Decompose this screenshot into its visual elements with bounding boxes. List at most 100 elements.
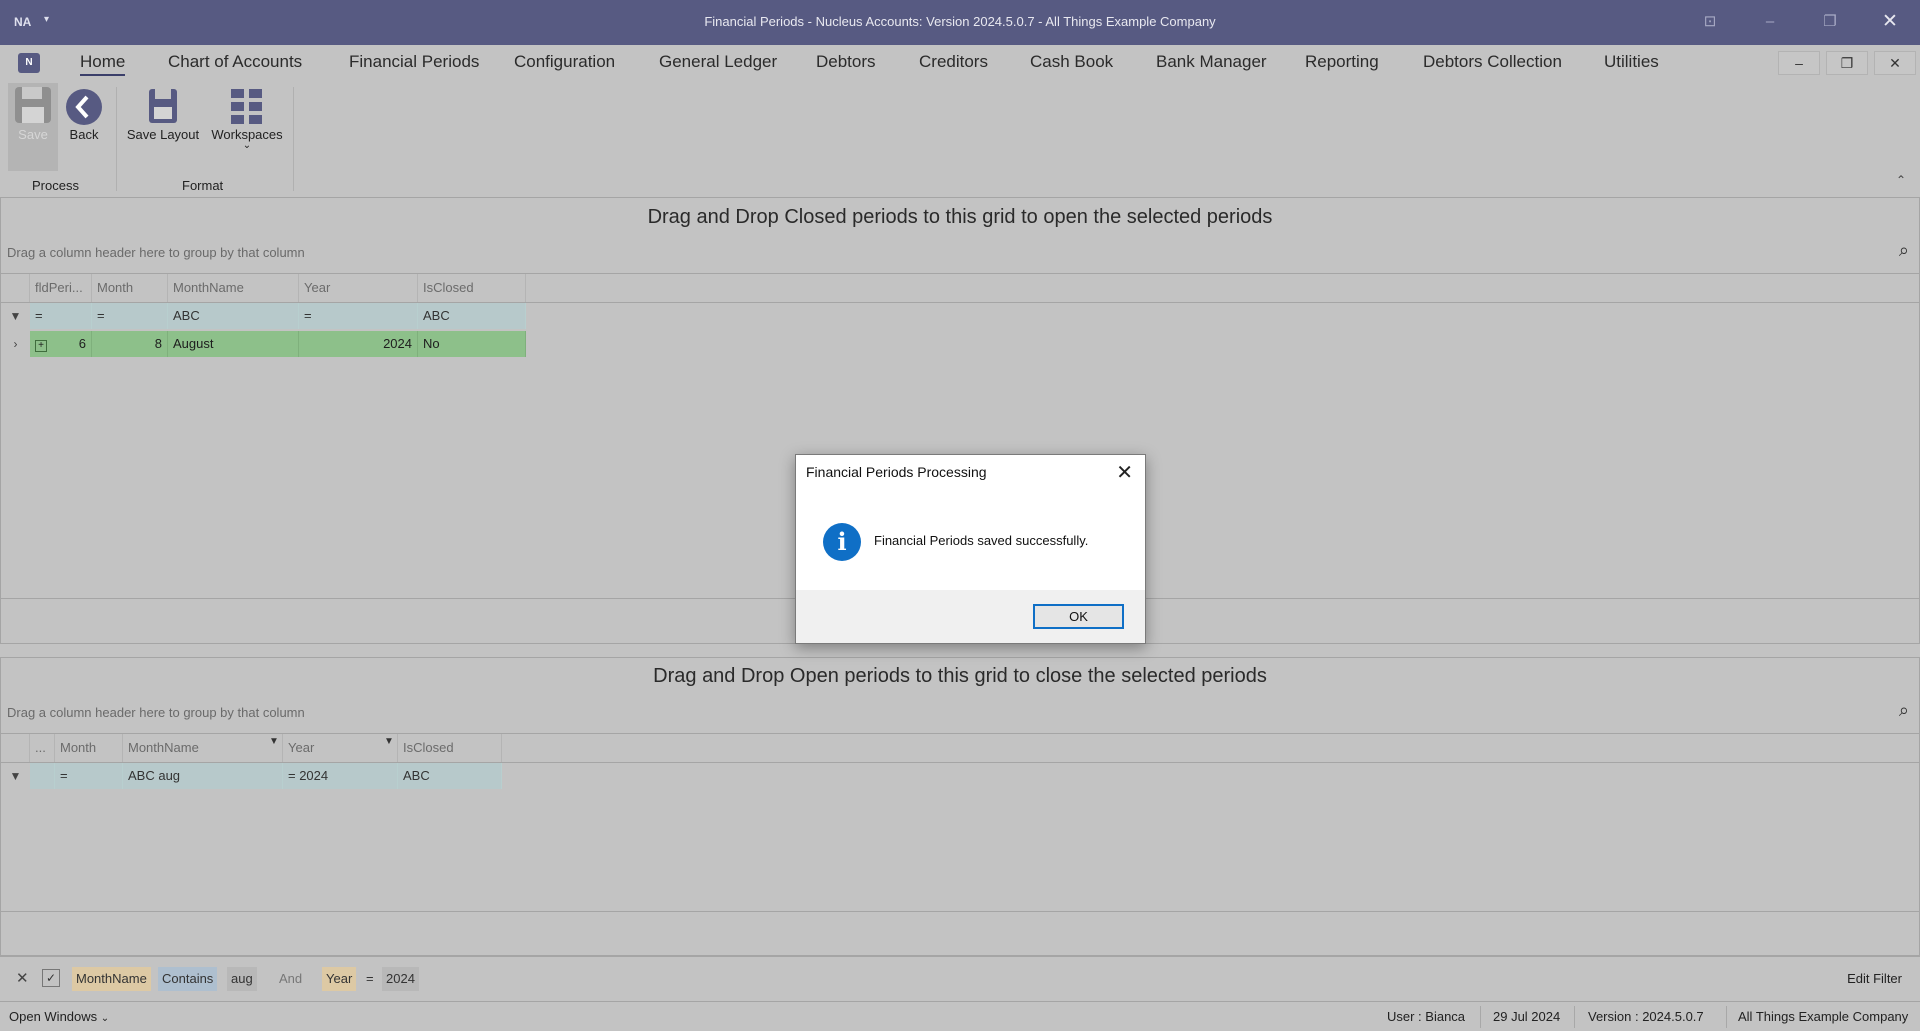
dialog-close-button[interactable]: ✕ [1116, 460, 1133, 485]
save-icon [15, 87, 51, 123]
layout-icon[interactable]: ⊡ [1690, 10, 1730, 34]
filter-field-monthname[interactable]: MonthName [72, 967, 151, 991]
filter-value-aug[interactable]: aug [227, 967, 257, 991]
mdi-minimize-button[interactable]: – [1778, 51, 1820, 75]
filter-cell-monthname[interactable]: ABC aug [123, 763, 283, 789]
table-row-cell-fldperiod[interactable]: +6 [30, 331, 92, 357]
filter-row-icon: ▼ [9, 769, 22, 783]
filter-conjunction[interactable]: And [275, 967, 306, 991]
menu-logo-icon[interactable]: N [18, 53, 40, 73]
back-label: Back [69, 127, 99, 142]
fldperiod-value: 6 [78, 336, 86, 351]
row-indicator-icon[interactable]: › [1, 331, 30, 357]
menu-financial-periods[interactable]: Financial Periods [349, 52, 479, 72]
mdi-restore-button[interactable]: ❐ [1826, 51, 1868, 75]
enable-filter-checkbox[interactable]: ✓ [42, 969, 60, 987]
ribbon-separator [116, 87, 117, 191]
expand-row-icon[interactable]: + [35, 340, 47, 352]
table-row-cell-monthname[interactable]: August [168, 331, 299, 357]
menu-home[interactable]: Home [80, 52, 126, 76]
column-header-isclosed[interactable]: IsClosed [418, 274, 526, 302]
column-header-monthname[interactable]: MonthName [168, 274, 299, 302]
menu-utilities[interactable]: Utilities [1604, 52, 1659, 72]
column-header-month[interactable]: Month [92, 274, 168, 302]
filter-field-year[interactable]: Year [322, 967, 357, 991]
grid-footer-separator [1, 911, 1919, 912]
open-windows-label: Open Windows [9, 1009, 98, 1024]
column-header-month[interactable]: Month [55, 734, 123, 762]
column-filter-icon[interactable]: ▼ [269, 736, 279, 747]
filter-cell-month[interactable]: = [55, 763, 123, 789]
filter-cell-monthname[interactable]: ABC [168, 303, 299, 329]
search-icon[interactable]: ⌕ [1899, 240, 1909, 261]
save-layout-label: Save Layout [126, 127, 200, 142]
menu-configuration[interactable]: Configuration [514, 52, 615, 72]
edit-filter-link[interactable]: Edit Filter [1847, 971, 1902, 986]
column-header-monthname[interactable]: MonthName [123, 734, 283, 762]
filter-cell-isclosed[interactable]: ABC [398, 763, 502, 789]
workspaces-button[interactable]: Workspaces ⌄ [208, 83, 286, 151]
menu-reporting[interactable]: Reporting [1305, 52, 1379, 72]
ribbon: Save Back Process Save Layout Workspaces… [0, 81, 1920, 198]
collapse-ribbon-icon[interactable]: ⌃ [1896, 173, 1906, 187]
menu-bank-manager[interactable]: Bank Manager [1156, 52, 1267, 72]
save-layout-button[interactable]: Save Layout [124, 83, 202, 142]
filter-value-2024[interactable]: 2024 [382, 967, 419, 991]
open-periods-panel: Drag and Drop Open periods to this grid … [0, 657, 1920, 956]
column-header-isclosed[interactable]: IsClosed [398, 734, 502, 762]
menu-cash-book[interactable]: Cash Book [1030, 52, 1113, 72]
status-version: Version : 2024.5.0.7 [1588, 1009, 1704, 1024]
back-button[interactable]: Back [62, 83, 106, 142]
filter-panel: ✕ ✓ MonthName Contains aug And Year = 20… [0, 956, 1920, 1002]
info-icon: i [823, 523, 861, 561]
title-bar: NA ▾ Financial Periods - Nucleus Account… [0, 0, 1920, 45]
menu-debtors[interactable]: Debtors [816, 52, 876, 72]
column-header-year[interactable]: Year [283, 734, 398, 762]
column-filter-icon[interactable]: ▼ [384, 736, 394, 747]
back-arrow-icon [66, 89, 102, 125]
menu-general-ledger[interactable]: General Ledger [659, 52, 777, 72]
mdi-close-button[interactable]: ✕ [1874, 51, 1916, 75]
status-separator [1726, 1006, 1727, 1028]
row-indicator-header [1, 274, 30, 302]
close-button[interactable]: ✕ [1870, 10, 1910, 34]
filter-row-icon: ▼ [9, 309, 22, 323]
menu-debtors-collection[interactable]: Debtors Collection [1423, 52, 1562, 72]
table-row-cell-month[interactable]: 8 [92, 331, 168, 357]
ok-button[interactable]: OK [1033, 604, 1124, 629]
menu-chart-of-accounts[interactable]: Chart of Accounts [168, 52, 302, 72]
save-button[interactable]: Save [8, 83, 58, 171]
process-group-label: Process [32, 178, 79, 193]
filter-cell-year[interactable]: = 2024 [283, 763, 398, 789]
open-periods-title: Drag and Drop Open periods to this grid … [653, 665, 1267, 687]
filter-cell-year[interactable]: = [299, 303, 418, 329]
filter-operator-contains[interactable]: Contains [158, 967, 218, 991]
save-label: Save [18, 127, 48, 142]
search-icon[interactable]: ⌕ [1899, 700, 1909, 721]
dialog-title: Financial Periods Processing [806, 464, 987, 480]
filter-cell-fldperiod[interactable]: = [30, 303, 92, 329]
workspaces-grid-icon [231, 89, 262, 124]
dialog-message: Financial Periods saved successfully. [874, 533, 1089, 548]
group-by-hint: Drag a column header here to group by th… [7, 705, 305, 720]
chevron-down-icon: ⌄ [100, 1013, 110, 1024]
closed-periods-title: Drag and Drop Closed periods to this gri… [647, 206, 1273, 228]
filter-cell-isclosed[interactable]: ABC [418, 303, 526, 329]
menu-creditors[interactable]: Creditors [919, 52, 988, 72]
column-header-fldperiod[interactable]: fldPeri... [30, 274, 92, 302]
filter-operator-equals[interactable]: = [362, 967, 378, 991]
menu-bar: N Home Chart of Accounts Financial Perio… [0, 45, 1920, 81]
minimize-button[interactable]: – [1750, 10, 1790, 34]
clear-filter-icon[interactable]: ✕ [16, 969, 29, 987]
open-windows-dropdown[interactable]: Open Windows ⌄ [9, 1009, 109, 1024]
workspaces-dropdown-icon: ⌄ [242, 140, 252, 151]
window-title: Financial Periods - Nucleus Accounts: Ve… [704, 14, 1216, 29]
table-row-cell-isclosed[interactable]: No [418, 331, 526, 357]
table-row-cell-year[interactable]: 2024 [299, 331, 418, 357]
filter-cell-month[interactable]: = [92, 303, 168, 329]
column-header-year[interactable]: Year [299, 274, 418, 302]
column-header-more[interactable]: ... [30, 734, 55, 762]
restore-button[interactable]: ❐ [1810, 10, 1850, 34]
filter-cell-more[interactable] [30, 763, 55, 789]
status-separator [1480, 1006, 1481, 1028]
